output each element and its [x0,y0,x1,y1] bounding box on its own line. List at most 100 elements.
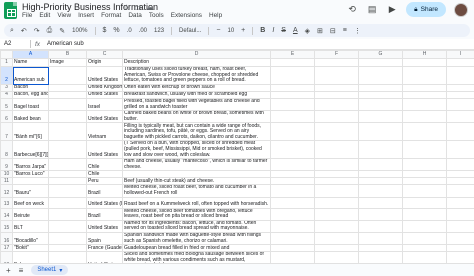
more-options-icon[interactable]: ⋮ [354,27,361,35]
cell[interactable] [446,231,474,246]
row-header[interactable]: 13 [0,196,13,209]
cell[interactable] [270,207,315,221]
cell[interactable]: BLT [12,219,49,233]
cell[interactable] [314,97,359,112]
cell[interactable] [446,219,474,233]
cell[interactable]: Image [48,58,87,67]
cell[interactable] [314,91,359,99]
cloud-status-icon[interactable]: ☁ [146,3,154,12]
cell[interactable] [358,97,403,112]
cell[interactable] [402,251,447,263]
history-icon[interactable]: ⟲ [346,4,358,16]
cell[interactable] [446,177,474,186]
cell[interactable] [270,91,315,99]
cell[interactable] [270,110,315,124]
row-header[interactable]: 16 [0,231,13,246]
cell[interactable]: Pressed, toasted bagel filled with veget… [122,97,271,112]
spreadsheet-grid[interactable]: ABCDEFGHI 1 Name Image Origin Description 2 Am… [0,50,474,263]
cell[interactable]: "Barros Luco" [12,170,49,179]
cell[interactable]: Brazil [86,184,123,198]
comment-icon[interactable]: ▤ [366,4,378,16]
cell[interactable] [358,122,403,142]
cell[interactable] [358,251,403,263]
row-header[interactable]: 4 [0,91,13,99]
cell[interactable] [122,170,271,179]
cell[interactable]: France (Guadeloupe) [86,244,123,253]
decrease-decimal-button[interactable]: .0 [127,28,132,34]
menu-edit[interactable]: Edit [39,12,50,19]
cell[interactable]: Baked bean [12,110,49,124]
cell[interactable]: Bagel toast [12,97,49,112]
cell[interactable] [270,177,315,186]
cell[interactable] [446,66,474,85]
name-box[interactable]: A2 [0,41,30,47]
share-button[interactable]: 🔒︎ Share [406,2,446,17]
row-header[interactable]: 6 [0,110,13,124]
cell[interactable]: Origin [86,58,123,67]
cell[interactable] [358,158,403,172]
cell[interactable]: Named for its ingredients: bacon, lettuc… [122,219,271,233]
menu-extensions[interactable]: Extensions [171,12,202,19]
cell[interactable]: "Bokit" [12,244,49,253]
cell[interactable]: United States [86,66,123,85]
cell[interactable] [358,207,403,221]
cell[interactable]: "Bánh mì"[6] [12,122,49,142]
avatar[interactable] [454,2,468,17]
cell[interactable]: Beef (usually thin-cut steak) and cheese… [122,177,271,186]
cell[interactable] [314,184,359,198]
cell[interactable] [402,58,447,67]
cell[interactable] [48,177,87,186]
cell[interactable] [48,97,87,112]
cell[interactable] [48,251,87,263]
search-icon[interactable]: ⌕ [10,27,14,35]
cell[interactable] [48,207,87,221]
cell[interactable] [446,91,474,99]
menu-insert[interactable]: Insert [78,12,94,19]
cell[interactable] [48,140,87,160]
cell[interactable] [402,97,447,112]
cell[interactable] [402,158,447,172]
cell[interactable] [446,58,474,67]
cell[interactable]: United States (Buffalo, New Y [86,196,123,209]
cell[interactable]: Vietnam [86,122,123,142]
redo-icon[interactable]: ↷ [34,27,40,35]
column-header[interactable]: G [358,50,403,59]
more-formats-button[interactable]: 123 [154,28,164,34]
cell[interactable]: Often eaten with ketchup or brown sauce [122,84,271,92]
cell[interactable] [270,219,315,233]
cell[interactable] [402,110,447,124]
cell[interactable]: Bacon, egg and cheese [12,91,49,99]
cell[interactable]: Name [12,58,49,67]
move-folder-icon[interactable]: ▭ [134,3,142,12]
row-header[interactable]: 18 [0,251,13,263]
cell[interactable] [358,84,403,92]
cell[interactable]: Israel [86,97,123,112]
cell[interactable] [358,110,403,124]
text-color-icon[interactable]: A [293,27,298,34]
cell[interactable]: Breakfast sandwich, usually with fried o… [122,91,271,99]
cell[interactable] [402,196,447,209]
star-icon[interactable]: ☆ [123,3,130,12]
row-header[interactable]: 7 [0,122,13,142]
cell[interactable]: United States [86,110,123,124]
cell[interactable]: United States [86,91,123,99]
cell[interactable] [402,122,447,142]
cell[interactable] [446,170,474,179]
cell[interactable] [358,231,403,246]
cell[interactable] [48,196,87,209]
cell[interactable] [270,251,315,263]
cell[interactable]: United Kingdom [86,84,123,92]
row-header[interactable]: 10 [0,170,13,179]
cell[interactable] [314,231,359,246]
cell[interactable] [270,184,315,198]
cell[interactable] [270,66,315,85]
cell[interactable] [48,122,87,142]
selected-cell[interactable]: American sub [12,66,49,85]
row-header[interactable]: 14 [0,207,13,221]
cell[interactable]: United States [86,140,123,160]
cell[interactable] [314,196,359,209]
cell[interactable] [402,207,447,221]
row-header[interactable]: 9 [0,158,13,172]
cell[interactable] [314,207,359,221]
cell[interactable] [402,219,447,233]
